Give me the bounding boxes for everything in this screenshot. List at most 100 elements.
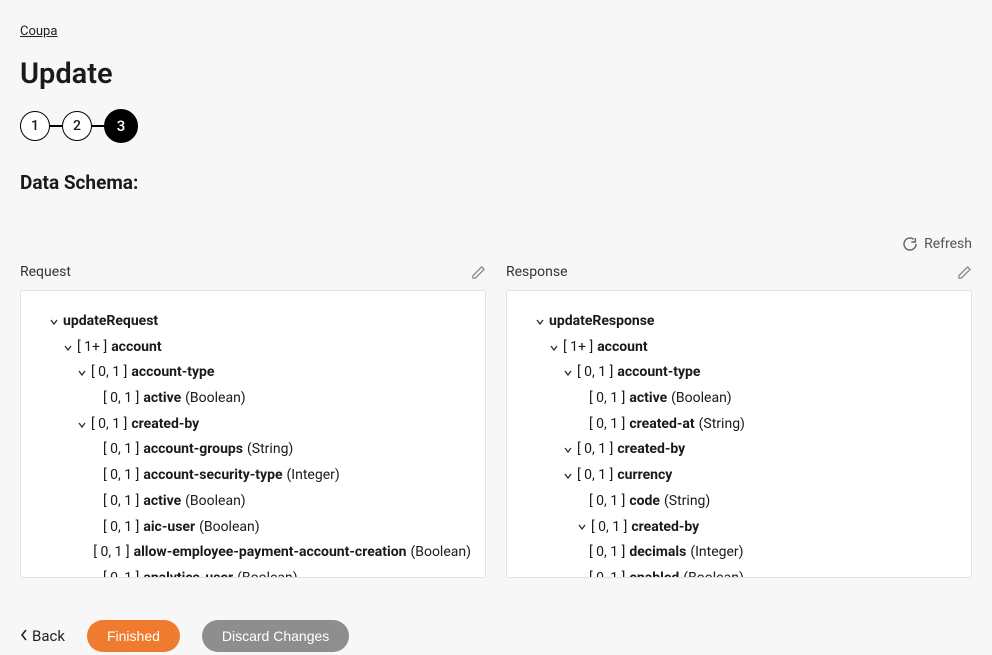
cardinality-label: [ 0, 1 ] [589,491,625,513]
field-type: (Boolean) [199,517,260,539]
cardinality-label: [ 0, 1 ] [103,465,139,487]
tree-node[interactable]: [ 1+ ]account [35,335,471,361]
field-type: (String) [664,491,710,513]
step-connector [92,125,104,127]
field-name: updateRequest [63,311,158,333]
back-label: Back [32,627,65,645]
cardinality-label: [ 1+ ] [77,337,107,359]
chevron-down-icon[interactable] [547,343,561,353]
finished-button[interactable]: Finished [87,620,180,652]
cardinality-label: [ 0, 1 ] [91,362,127,384]
field-name: created-by [131,414,199,436]
tree-node[interactable]: [ 0, 1 ]created-by [521,437,957,463]
chevron-down-icon[interactable] [561,471,575,481]
cardinality-label: [ 0, 1 ] [577,362,613,384]
chevron-down-icon[interactable] [75,368,89,378]
cardinality-label: [ 0, 1 ] [103,568,139,578]
field-name: created-by [617,439,685,461]
field-type: (Boolean) [185,388,246,410]
request-label: Request [20,264,71,280]
chevron-left-icon [20,627,28,645]
chevron-down-icon[interactable] [561,445,575,455]
request-column: Request updateRequest[ 1+ ]account[ 0, 1… [20,258,486,578]
tree-node: [ 0, 1 ]active(Boolean) [35,489,471,515]
field-name: created-at [629,414,694,436]
field-name: updateResponse [549,311,655,333]
step-3[interactable]: 3 [104,109,138,143]
tree-node: [ 0, 1 ]allow-employee-payment-account-c… [35,540,471,566]
field-type: (Integer) [690,542,743,564]
field-type: (String) [247,439,293,461]
field-name: analytics-user [143,568,233,578]
step-2[interactable]: 2 [62,111,92,141]
cardinality-label: [ 0, 1 ] [577,465,613,487]
cardinality-label: [ 0, 1 ] [103,388,139,410]
tree-node[interactable]: [ 0, 1 ]currency [521,463,957,489]
field-type: (Boolean) [237,568,298,578]
tree-node[interactable]: updateResponse [521,309,957,335]
field-name: account-type [131,362,214,384]
tree-node[interactable]: updateRequest [35,309,471,335]
breadcrumb[interactable]: Coupa [20,24,57,39]
cardinality-label: [ 0, 1 ] [577,439,613,461]
tree-node: [ 0, 1 ]created-at(String) [521,412,957,438]
field-name: account [111,337,161,359]
tree-node[interactable]: [ 0, 1 ]created-by [35,412,471,438]
field-name: account-type [617,362,700,384]
tree-node[interactable]: [ 0, 1 ]account-type [35,360,471,386]
cardinality-label: [ 0, 1 ] [591,517,627,539]
cardinality-label: [ 0, 1 ] [103,491,139,513]
field-name: currency [617,465,672,487]
step-1[interactable]: 1 [20,111,50,141]
discard-button[interactable]: Discard Changes [202,620,349,652]
tree-node[interactable]: [ 0, 1 ]created-by [521,515,957,541]
request-panel: updateRequest[ 1+ ]account[ 0, 1 ]accoun… [20,290,486,578]
section-title: Data Schema: [20,171,972,194]
response-panel: updateResponse[ 1+ ]account[ 0, 1 ]accou… [506,290,972,578]
field-name: aic-user [143,517,195,539]
field-type: (Boolean) [185,491,246,513]
edit-response-button[interactable] [957,265,972,280]
tree-node[interactable]: [ 0, 1 ]account-type [521,360,957,386]
field-type: (Boolean) [671,388,732,410]
tree-node: [ 0, 1 ]active(Boolean) [35,386,471,412]
back-button[interactable]: Back [20,627,65,645]
field-type: (String) [699,414,745,436]
field-name: code [629,491,660,513]
tree-node[interactable]: [ 1+ ]account [521,335,957,361]
page-title: Update [20,57,972,91]
cardinality-label: [ 0, 1 ] [589,388,625,410]
chevron-down-icon[interactable] [533,317,547,327]
edit-request-button[interactable] [471,265,486,280]
step-connector [50,125,62,127]
chevron-down-icon[interactable] [61,343,75,353]
chevron-down-icon[interactable] [75,420,89,430]
tree-node: [ 0, 1 ]account-security-type(Integer) [35,463,471,489]
cardinality-label: [ 0, 1 ] [589,568,625,578]
tree-node: [ 0, 1 ] enabled (Boolean) [521,566,957,578]
tree-node: [ 0, 1 ]code(String) [521,489,957,515]
stepper: 1 2 3 [20,109,972,143]
chevron-down-icon[interactable] [47,317,61,327]
refresh-button[interactable]: Refresh [902,234,972,254]
cardinality-label: [ 0, 1 ] [103,439,139,461]
cardinality-label: [ 0, 1 ] [103,517,139,539]
response-column: Response updateResponse[ 1+ ]account[ 0,… [506,258,972,578]
response-label: Response [506,264,568,280]
field-name: enabled [629,568,679,578]
field-type: (Boolean) [410,542,471,564]
cardinality-label: [ 0, 1 ] [91,414,127,436]
field-name: account-groups [143,439,243,461]
field-name: active [629,388,667,410]
field-name: created-by [631,517,699,539]
chevron-down-icon[interactable] [575,522,589,532]
cardinality-label: [ 0, 1 ] [93,542,129,564]
chevron-down-icon[interactable] [561,368,575,378]
tree-node: [ 0, 1 ]decimals(Integer) [521,540,957,566]
field-name: account-security-type [143,465,282,487]
field-name: active [143,491,181,513]
request-tree: updateRequest[ 1+ ]account[ 0, 1 ]accoun… [35,309,471,578]
footer: Back Finished Discard Changes [20,620,972,652]
field-name: active [143,388,181,410]
field-type: (Boolean) [683,568,744,578]
